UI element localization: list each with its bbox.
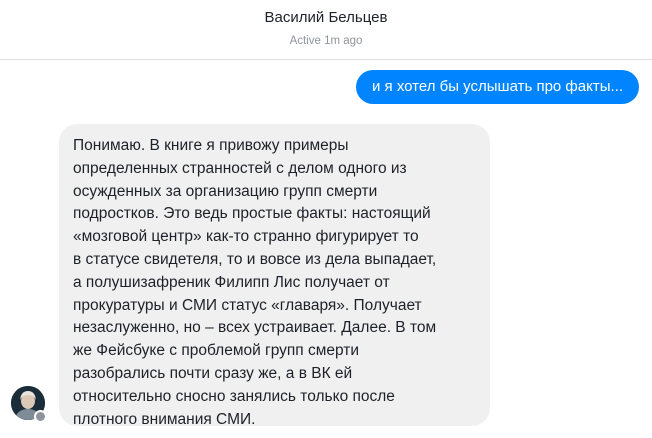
message-line: же Фейсбуке с проблемой групп смерти [73, 342, 360, 360]
message-line: плотного внимания СМИ. [73, 410, 256, 428]
message-line: прокуратуры и СМИ статус «главаря». Полу… [73, 296, 422, 314]
message-line: в статусе свидетеля, то и вовсе из дела … [73, 250, 437, 268]
message-line: подростков. Это ведь простые факты: наст… [73, 205, 431, 223]
conversation-header: Василий Бельцев Active 1m ago [0, 0, 652, 60]
message-line: определенных странностей с делом одного … [73, 159, 407, 177]
message-line: разобрались почти сразу же, а в ВК ей [73, 364, 353, 382]
outgoing-message-bubble[interactable]: и я хотел бы услышать про факты... [356, 70, 639, 104]
active-status: Active 1m ago [289, 35, 363, 47]
contact-name[interactable]: Василий Бельцев [0, 9, 652, 26]
message-line: относительно сносно занялись только посл… [73, 387, 395, 405]
message-line: Понимаю. В книге я привожу примеры [73, 137, 349, 154]
message-line: осужденных за организацию групп смерти [73, 182, 378, 200]
incoming-message-bubble[interactable]: Понимаю. В книге я привожу примеры опред… [59, 124, 490, 428]
message-line: «мозговой центр» как-то странно фигуриру… [73, 228, 419, 246]
facebook-badge-icon [34, 410, 47, 423]
message-line: незаслуженно, но – всех устраивает. Дале… [73, 319, 437, 337]
message-line: а полушизафреник Филипп Лис получает от [73, 273, 390, 291]
messenger-conversation: Василий Бельцев Active 1m ago и я хотел … [0, 0, 652, 438]
